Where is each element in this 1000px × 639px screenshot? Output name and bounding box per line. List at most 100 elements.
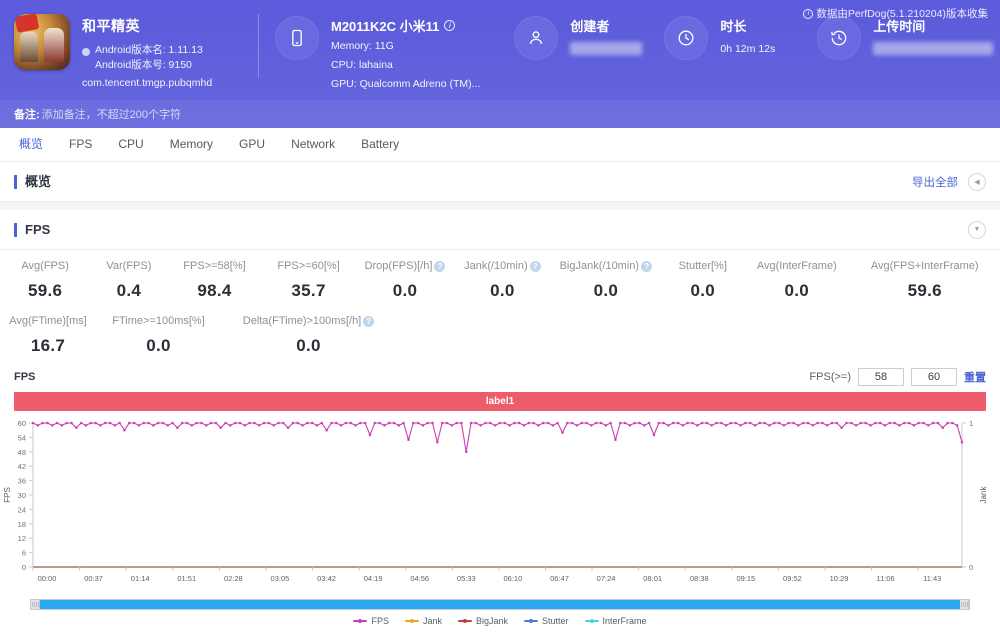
svg-text:05:33: 05:33 [457, 574, 476, 583]
app-package-name: com.tencent.tmgp.pubqmhd [82, 77, 213, 89]
svg-text:6: 6 [22, 549, 26, 558]
metric-avg-ftime: Avg(FTime)[ms] 16.7 [9, 315, 87, 355]
legend-label: InterFrame [602, 616, 647, 626]
android-version-name: Android版本名: 1.11.13 [95, 44, 203, 56]
help-icon[interactable]: ? [434, 260, 446, 272]
device-gpu: GPU: Qualcomm Adreno (TM)... [331, 78, 481, 90]
tab-battery[interactable]: Battery [350, 128, 410, 161]
duration-value: 0h 12m 12s [720, 43, 776, 55]
chart-name: FPS [14, 371, 36, 383]
overview-panel: 概览 导出全部 ◀ [0, 162, 1000, 202]
legend-item-jank[interactable]: Jank [404, 616, 442, 626]
legend-color-swatch [584, 618, 599, 623]
legend-label: FPS [371, 616, 389, 626]
scroll-left-grip[interactable] [31, 600, 40, 609]
device-cpu: CPU: lahaina [331, 59, 393, 71]
svg-text:FPS: FPS [3, 487, 12, 503]
legend-label: Stutter [542, 616, 569, 626]
metric-var-fps: Var(FPS) 0.4 [106, 260, 152, 300]
legend-label: Jank [422, 616, 442, 626]
svg-text:60: 60 [18, 419, 26, 428]
metric-delta-ftime: Delta(FTime)>100ms[/h] ? 0.0 [221, 315, 396, 356]
tab-fps[interactable]: FPS [58, 128, 103, 161]
svg-text:18: 18 [18, 520, 26, 529]
main-tabs: 概览 FPS CPU Memory GPU Network Battery [0, 128, 1000, 162]
scroll-right-grip[interactable] [960, 600, 969, 609]
legend-item-interframe[interactable]: InterFrame [584, 616, 647, 626]
legend-color-swatch [457, 618, 472, 623]
fps-title: FPS [14, 222, 50, 237]
svg-text:04:19: 04:19 [364, 574, 383, 583]
metric-stutter: Stutter[%] 0.0 [678, 260, 727, 300]
chevron-left-icon[interactable]: ◀ [968, 172, 986, 191]
tab-cpu[interactable]: CPU [107, 128, 154, 161]
help-icon[interactable]: ? [641, 260, 653, 272]
export-all-link[interactable]: 导出全部 [912, 174, 958, 190]
device-info-icon[interactable]: i [444, 20, 456, 31]
svg-text:54: 54 [18, 433, 26, 442]
remark-placeholder: 添加备注，不超过200个字符 [41, 109, 182, 121]
label-band[interactable]: label1 [14, 392, 986, 411]
android-icon [82, 48, 90, 56]
info-icon: i [803, 8, 814, 19]
svg-text:0: 0 [969, 563, 973, 572]
svg-text:36: 36 [18, 477, 26, 486]
metric-avg-fps: Avg(FPS) 59.6 [21, 260, 69, 300]
threshold-low-input[interactable] [858, 368, 904, 386]
phone-icon [275, 16, 319, 60]
svg-text:12: 12 [18, 534, 26, 543]
app-header: i 数据由PerfDog(5.1.210204)版本收集 和平精英 Androi… [0, 0, 1000, 128]
tab-gpu[interactable]: GPU [228, 128, 276, 161]
scroll-thumb[interactable] [40, 600, 960, 609]
help-icon[interactable]: ? [529, 260, 541, 272]
svg-text:06:10: 06:10 [504, 574, 523, 583]
metric-avg-interframe: Avg(InterFrame) 0.0 [756, 260, 837, 300]
tab-network[interactable]: Network [280, 128, 346, 161]
metric-ftime-gte-100ms: FTime>=100ms[%] 0.0 [112, 315, 205, 355]
fps-line-chart[interactable]: 0 6 12 18 24 30 36 42 48 54 60 0 1 00:00 00:37 01:14 01:… [0, 417, 1000, 592]
metrics-row-1: Avg(FPS) 59.6 Var(FPS) 0.4 FPS>=58[%] 98… [0, 260, 1000, 301]
metric-bigjank: BigJank(/10min) ? 0.0 [550, 260, 661, 301]
overview-header: 概览 导出全部 ◀ [0, 162, 1000, 202]
chevron-down-icon[interactable]: ▼ [968, 220, 986, 239]
fps-panel: FPS ▼ Avg(FPS) 59.6 Var(FPS) 0.4 FPS>=58… [0, 210, 1000, 628]
remark-bar[interactable]: 备注: 添加备注，不超过200个字符 [0, 100, 1000, 128]
svg-text:11:06: 11:06 [877, 574, 895, 583]
svg-text:09:52: 09:52 [783, 574, 802, 583]
svg-text:10:29: 10:29 [830, 574, 849, 583]
metric-fps-gte-60: FPS>=60[%] 35.7 [277, 260, 340, 300]
svg-text:42: 42 [18, 462, 26, 471]
svg-text:1: 1 [969, 419, 973, 428]
perfdog-version-text: 数据由PerfDog(5.1.210204)版本收集 [816, 8, 988, 20]
legend-item-stutter[interactable]: Stutter [524, 616, 569, 626]
creator-label: 创建者 [570, 19, 610, 34]
remark-label: 备注: [14, 109, 40, 121]
tab-memory[interactable]: Memory [159, 128, 224, 161]
svg-text:01:14: 01:14 [131, 574, 150, 583]
svg-text:02:28: 02:28 [224, 574, 243, 583]
reset-button[interactable]: 重置 [964, 369, 986, 385]
help-icon[interactable]: ? [363, 315, 375, 327]
legend-color-swatch [524, 618, 539, 623]
chart-horizontal-scrollbar[interactable] [30, 599, 970, 610]
history-icon [817, 16, 862, 60]
svg-text:48: 48 [18, 448, 26, 457]
svg-text:11:43: 11:43 [923, 574, 941, 583]
app-icon [14, 14, 70, 70]
user-icon [514, 16, 559, 60]
upload-time-value-masked [873, 42, 994, 55]
android-version-code: Android版本号: 9150 [95, 59, 192, 71]
svg-text:07:24: 07:24 [597, 574, 616, 583]
metrics-row-2: Avg(FTime)[ms] 16.7 FTime>=100ms[%] 0.0 … [0, 315, 1000, 356]
svg-text:24: 24 [18, 505, 26, 514]
metric-avg-fps-interframe: Avg(FPS+InterFrame) 59.6 [870, 260, 979, 300]
header-divider [258, 14, 259, 78]
metric-drop-fps: Drop(FPS)[/h] ? 0.0 [356, 260, 455, 301]
legend-item-fps[interactable]: FPS [353, 616, 389, 626]
plot-area[interactable]: 0 6 12 18 24 30 36 42 48 54 60 0 1 00:00 00:37 01:14 01:… [0, 417, 1000, 597]
threshold-high-input[interactable] [911, 368, 957, 386]
tab-overview[interactable]: 概览 [8, 128, 54, 161]
chart-toolbar: FPS FPS(>=) 重置 [0, 364, 1000, 390]
svg-text:00:00: 00:00 [38, 574, 57, 583]
legend-item-bigjank[interactable]: BigJank [457, 616, 508, 626]
